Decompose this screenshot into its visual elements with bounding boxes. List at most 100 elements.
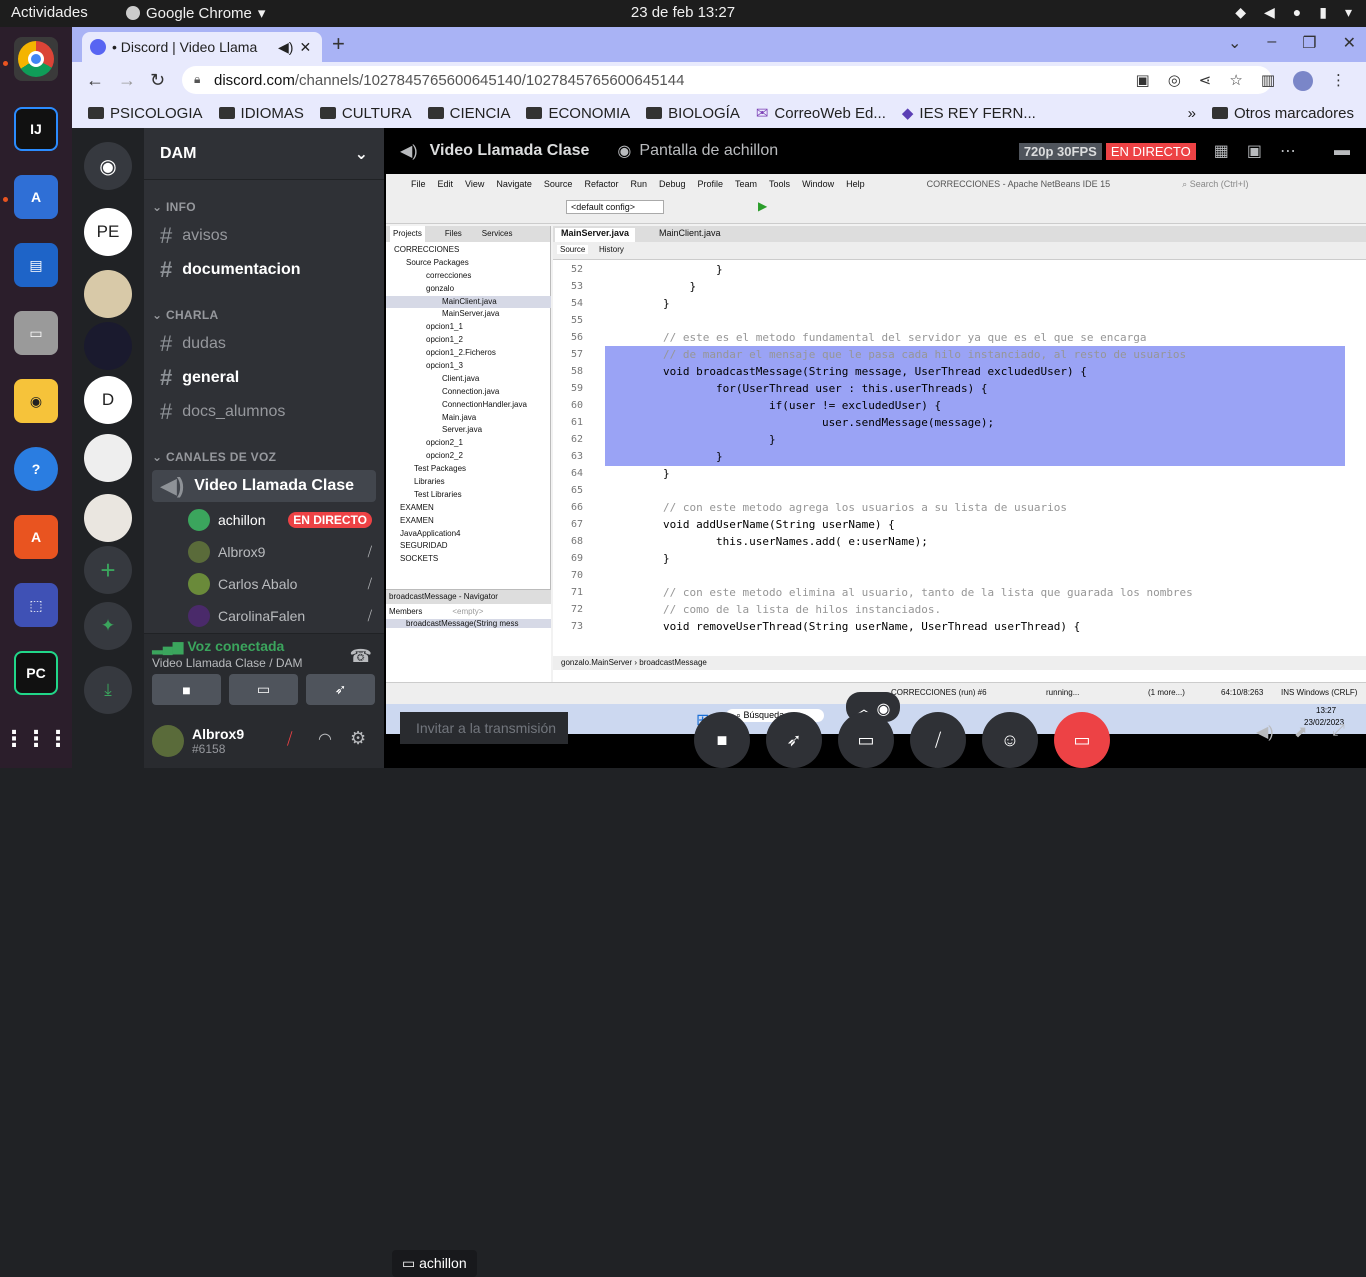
bookmark-folder[interactable]: BIOLOGÍA	[646, 105, 740, 122]
mute-button[interactable]: ⧸	[910, 712, 966, 768]
server-dog-avatar[interactable]	[84, 270, 132, 318]
clock[interactable]: 23 de feb 13:27	[0, 4, 1366, 21]
eye-off-icon[interactable]: ◎	[1168, 71, 1181, 91]
camera-button[interactable]: ■	[152, 674, 221, 705]
address-bar[interactable]: 🔒︎ discord.com /channels/102784576560064…	[182, 66, 1272, 94]
tab-discord[interactable]: • Discord | Video Llama ◀) ✕	[82, 32, 322, 62]
volume-icon[interactable]: ◀)	[1256, 722, 1274, 742]
tree-item[interactable]: Server.java	[386, 424, 551, 437]
tree-item[interactable]: Client.java	[386, 373, 551, 386]
tree-item[interactable]: gonzalo	[386, 283, 551, 296]
mute-mic-icon[interactable]: ⧸	[287, 731, 292, 749]
stream-stage[interactable]: ◀) Video Llamada Clase ◉ Pantalla de ach…	[384, 128, 1366, 768]
tab-projects[interactable]: Projects	[390, 226, 425, 242]
popout-icon[interactable]: ▣	[1247, 141, 1262, 161]
menu-item[interactable]: Refactor	[584, 179, 618, 189]
tree-item[interactable]: Test Packages	[386, 463, 551, 476]
screen-share-button[interactable]: ▭	[838, 712, 894, 768]
voice-channel[interactable]: ◀) Video Llamada Clase	[152, 470, 376, 502]
editor-tab-mainserver[interactable]: MainServer.java	[555, 228, 636, 242]
bookmark-star-icon[interactable]: ☆	[1229, 71, 1242, 91]
voice-user[interactable]: achillon EN DIRECTO	[188, 507, 372, 533]
tree-item[interactable]: opcion2_1	[386, 437, 551, 450]
gear-icon[interactable]: ⚙	[350, 728, 366, 749]
navigator-item[interactable]: broadcastMessage(String mess	[386, 619, 551, 628]
server-header[interactable]: DAM ⌄	[144, 128, 384, 180]
bookmark-folder[interactable]: CIENCIA	[427, 105, 510, 122]
menu-icon[interactable]: ⋮	[1331, 71, 1346, 91]
breadcrumb-item[interactable]: gonzalo.MainServer	[561, 658, 632, 667]
tree-item[interactable]: SEGURIDAD	[386, 540, 551, 553]
tree-item[interactable]: Main.java	[386, 412, 551, 425]
ide-search[interactable]: ⌕ Search (Ctrl+I)	[1182, 179, 1248, 190]
tab-services[interactable]: Services	[482, 226, 513, 242]
category-charla[interactable]: ⌄ CHARLA	[152, 308, 218, 322]
bookmark-folder[interactable]: CULTURA	[319, 105, 412, 122]
voice-user[interactable]: CarolinaFalen ⧸	[188, 603, 372, 629]
bookmark-folder[interactable]: ECONOMIA	[526, 105, 630, 122]
reload-button[interactable]: ↻	[150, 70, 165, 91]
discord-home-icon[interactable]: ◉	[84, 142, 132, 190]
server-code-avatar[interactable]	[84, 322, 132, 370]
add-server-icon[interactable]: +	[84, 546, 132, 594]
config-select[interactable]: <default config>	[566, 200, 664, 214]
tree-item[interactable]: opcion1_2.Ficheros	[386, 347, 551, 360]
chrome-app-icon[interactable]	[14, 37, 58, 81]
bookmark-link[interactable]: ✉ CorreoWeb Ed...	[756, 104, 886, 123]
avatar[interactable]	[152, 724, 184, 757]
channel-documentacion[interactable]: # documentacion	[152, 254, 376, 286]
menu-item[interactable]: Window	[802, 179, 834, 189]
more-icon[interactable]: ⋯	[1280, 141, 1296, 161]
voice-user[interactable]: Albrox9 ⧸	[188, 539, 372, 565]
code-editor[interactable]: MainServer.java MainClient.java Source H…	[553, 226, 1366, 704]
intellij-app-icon[interactable]: IJ	[14, 107, 58, 151]
other-bookmarks[interactable]: Otros marcadores	[1211, 105, 1354, 122]
tree-item[interactable]: CORRECCIONES	[386, 244, 551, 257]
show-apps-icon[interactable]: ⋮⋮⋮	[3, 717, 69, 761]
tree-item[interactable]: EXAMEN	[386, 502, 551, 515]
help-app-icon[interactable]: ?	[14, 447, 58, 491]
tree-item[interactable]: opcion2_2	[386, 450, 551, 463]
run-icon[interactable]: ▶	[758, 199, 767, 213]
tree-item[interactable]: Libraries	[386, 476, 551, 489]
tree-item[interactable]: Source Packages	[386, 257, 551, 270]
activity-button[interactable]: ➶	[766, 712, 822, 768]
menu-item[interactable]: Source	[544, 179, 573, 189]
explore-icon[interactable]: ✦	[84, 602, 132, 650]
popout-icon[interactable]: ⬈	[1294, 722, 1307, 742]
category-voice[interactable]: ⌄ CANALES DE VOZ	[152, 450, 276, 464]
tree-item[interactable]: SOCKETS	[386, 553, 551, 566]
bookmark-link[interactable]: ◆ IES REY FERN...	[902, 104, 1036, 123]
chat-icon[interactable]: ▬	[1334, 142, 1350, 160]
menu-item[interactable]: File	[411, 179, 426, 189]
tree-item[interactable]: correcciones	[386, 270, 551, 283]
camera-button[interactable]: ■	[694, 712, 750, 768]
rhythmbox-app-icon[interactable]: ◉	[14, 379, 58, 423]
bookmark-folder[interactable]: IDIOMAS	[218, 105, 304, 122]
category-info[interactable]: ⌄ INFO	[152, 200, 196, 214]
tree-item[interactable]: opcion1_3	[386, 360, 551, 373]
menu-item[interactable]: Navigate	[496, 179, 532, 189]
close-icon[interactable]: ✕	[1343, 33, 1356, 53]
menu-item[interactable]: Run	[630, 179, 647, 189]
editor-tab-mainclient[interactable]: MainClient.java	[653, 228, 727, 242]
voice-status[interactable]: ▂▄▆ Voz conectada	[152, 638, 284, 655]
menu-item[interactable]: Help	[846, 179, 865, 189]
audio-icon[interactable]: ◀)	[278, 39, 293, 56]
channel-avisos[interactable]: # avisos	[152, 220, 376, 252]
tree-item[interactable]: ConnectionHandler.java	[386, 399, 551, 412]
maximize-icon[interactable]: ❐	[1302, 33, 1316, 53]
activity-button[interactable]: ➶	[306, 674, 375, 705]
pycharm-app-icon[interactable]: PC	[14, 651, 58, 695]
channel-docs-alumnos[interactable]: # docs_alumnos	[152, 396, 376, 428]
history-tab[interactable]: History	[599, 245, 624, 254]
menu-item[interactable]: View	[465, 179, 484, 189]
server-wizard-avatar[interactable]	[84, 494, 132, 542]
close-tab-icon[interactable]: ✕	[299, 39, 311, 56]
emoji-button[interactable]: ☺	[982, 712, 1038, 768]
server-comic-avatar[interactable]	[84, 434, 132, 482]
menu-item[interactable]: Edit	[438, 179, 454, 189]
channel-dudas[interactable]: # dudas	[152, 328, 376, 360]
files-app-icon[interactable]: ▭	[14, 311, 58, 355]
menu-item[interactable]: Team	[735, 179, 757, 189]
